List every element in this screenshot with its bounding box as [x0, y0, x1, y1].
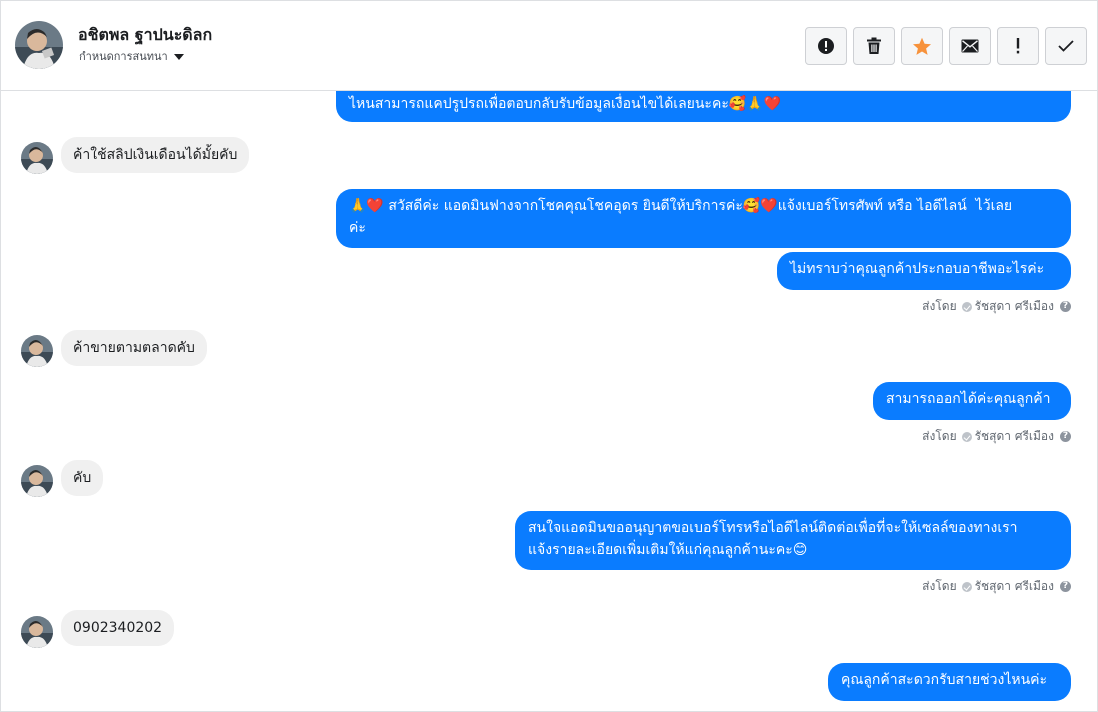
- trash-icon: [866, 37, 882, 55]
- star-icon: [912, 37, 932, 56]
- sent-by-info: ส่งโดย รัชสุดา ศรีเมือง ?: [922, 577, 1071, 596]
- incoming-message[interactable]: ค้าใช้สลิปเงินเดือนได้มั้ยคับ: [61, 137, 250, 173]
- conversation-window: อชิตพล ฐาปนะดิลก กำหนดการสนทนา ไหนสามารถ…: [0, 0, 1098, 712]
- sent-by-prefix: ส่งโดย: [922, 429, 957, 443]
- check-circle-icon: [961, 301, 972, 312]
- sent-by-info: ส่งโดย รัชสุดา ศรีเมือง ?: [922, 297, 1071, 316]
- envelope-icon: [961, 39, 979, 53]
- exclamation-icon: [1015, 38, 1021, 54]
- mark-done-button[interactable]: [1045, 27, 1087, 65]
- alert-circle-icon: [817, 37, 835, 55]
- contact-avatar[interactable]: [15, 21, 63, 69]
- sent-by-info: ส่งโดย รัชสุดา ศรีเมือง ?: [922, 427, 1071, 446]
- check-circle-icon: [961, 581, 972, 592]
- incoming-message[interactable]: ค้าขายตามตลาดคับ: [61, 330, 207, 366]
- incoming-message[interactable]: คับ: [61, 460, 104, 496]
- help-icon[interactable]: ?: [1060, 301, 1071, 312]
- star-button[interactable]: [901, 27, 943, 65]
- action-toolbar: [805, 27, 1087, 65]
- check-circle-icon: [961, 431, 972, 442]
- sent-by-agent[interactable]: รัชสุดา ศรีเมือง: [975, 577, 1054, 596]
- conversation-label-dropdown[interactable]: กำหนดการสนทนา: [79, 47, 184, 65]
- contact-name: อชิตพล ฐาปนะดิลก: [78, 25, 213, 44]
- help-icon[interactable]: ?: [1060, 431, 1071, 442]
- contact-avatar-small: [21, 616, 53, 648]
- caret-down-icon: [173, 54, 184, 60]
- conversation-header: อชิตพล ฐาปนะดิลก กำหนดการสนทนา: [1, 1, 1097, 91]
- sent-by-agent[interactable]: รัชสุดา ศรีเมือง: [975, 297, 1054, 316]
- sent-by-prefix: ส่งโดย: [922, 579, 957, 593]
- outgoing-message[interactable]: คุณลูกค้าสะดวกรับสายช่วงไหนค่ะ: [828, 663, 1071, 701]
- contact-avatar-small: [21, 142, 53, 174]
- sent-by-agent[interactable]: รัชสุดา ศรีเมือง: [975, 427, 1054, 446]
- delete-button[interactable]: [853, 27, 895, 65]
- label-select-text: กำหนดการสนทนา: [79, 50, 168, 63]
- outgoing-message[interactable]: ไม่ทราบว่าคุณลูกค้าประกอบอาชีพอะไรค่ะ: [777, 252, 1071, 290]
- help-icon[interactable]: ?: [1060, 581, 1071, 592]
- check-icon: [1058, 40, 1074, 52]
- outgoing-message[interactable]: 🙏❤️ สวัสดีค่ะ แอดมินฟางจากโชคคุณโชคอุดร …: [336, 189, 1071, 248]
- report-button[interactable]: [805, 27, 847, 65]
- mark-important-button[interactable]: [997, 27, 1039, 65]
- outgoing-message[interactable]: สนใจแอดมินขออนุญาตขอเบอร์โทรหรือไอดีไลน์…: [515, 511, 1071, 570]
- sent-by-prefix: ส่งโดย: [922, 299, 957, 313]
- message-thread[interactable]: ไหนสามารถแคปรูปรถเพื่อตอบกลับรับข้อมูลเง…: [1, 91, 1097, 711]
- outgoing-message[interactable]: ไหนสามารถแคปรูปรถเพื่อตอบกลับรับข้อมูลเง…: [336, 91, 1071, 122]
- contact-avatar-small: [21, 465, 53, 497]
- mark-unread-button[interactable]: [949, 27, 991, 65]
- contact-avatar-small: [21, 335, 53, 367]
- incoming-message[interactable]: 0902340202: [61, 610, 175, 646]
- outgoing-message[interactable]: สามารถออกได้ค่ะคุณลูกค้า: [873, 382, 1071, 420]
